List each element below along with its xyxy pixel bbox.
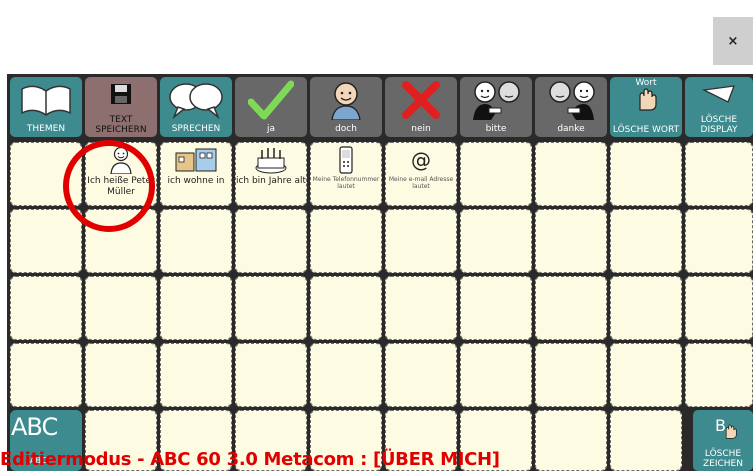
loesche-wort-label: LÖSCHE WORT bbox=[612, 125, 680, 135]
cell-ich-wohne-label: ich wohne in bbox=[167, 176, 225, 186]
grid-cell[interactable] bbox=[685, 142, 753, 206]
abc-label: ABC bbox=[11, 413, 58, 441]
grid-cell[interactable] bbox=[685, 209, 753, 273]
house-icon bbox=[160, 145, 232, 175]
ja-label: ja bbox=[266, 124, 275, 134]
grid-cell[interactable] bbox=[460, 209, 532, 273]
grid-cell[interactable] bbox=[10, 276, 82, 340]
grid-cell[interactable] bbox=[535, 276, 607, 340]
grid-cell[interactable] bbox=[460, 276, 532, 340]
grid-cell[interactable] bbox=[385, 343, 457, 407]
birthday-cake-icon bbox=[235, 145, 307, 175]
speech-bubbles-icon bbox=[160, 79, 232, 121]
cell-email[interactable]: @ Meine e-mail Adresse lautet bbox=[385, 142, 457, 206]
grid-cell[interactable] bbox=[610, 276, 682, 340]
grid-cell[interactable] bbox=[460, 343, 532, 407]
nein-button[interactable]: nein bbox=[385, 77, 457, 137]
grid-cell[interactable] bbox=[85, 343, 157, 407]
grid-cell[interactable] bbox=[10, 209, 82, 273]
phone-icon bbox=[310, 145, 382, 175]
grid-cell[interactable] bbox=[160, 209, 232, 273]
nein-label: nein bbox=[411, 124, 431, 134]
cross-icon bbox=[385, 79, 457, 121]
grid-cell[interactable] bbox=[610, 142, 682, 206]
grid-cell[interactable] bbox=[610, 410, 682, 471]
grid-cell[interactable] bbox=[460, 142, 532, 206]
grid-cell[interactable] bbox=[385, 209, 457, 273]
close-button[interactable]: × bbox=[713, 17, 753, 65]
loesche-display-label: LÖSCHE DISPLAY bbox=[700, 115, 738, 135]
loesche-wort-button[interactable]: Wort LÖSCHE WORT bbox=[610, 77, 682, 137]
grid-cell[interactable] bbox=[235, 209, 307, 273]
grid-cell[interactable] bbox=[535, 410, 607, 471]
grid-cell[interactable] bbox=[85, 276, 157, 340]
cell-telefon-label: Meine Telefonnummer lautet bbox=[312, 176, 380, 190]
grid-cell[interactable] bbox=[535, 142, 607, 206]
text-speichern-label: TEXT SPEICHERN bbox=[95, 115, 147, 135]
grid-cell[interactable] bbox=[385, 276, 457, 340]
themen-label: THEMEN bbox=[26, 124, 66, 134]
eraser-icon bbox=[685, 79, 753, 109]
sprechen-label: SPRECHEN bbox=[171, 124, 221, 134]
grid-cell[interactable] bbox=[10, 343, 82, 407]
doch-button[interactable]: doch bbox=[310, 77, 382, 137]
text-speichern-button[interactable]: TEXT SPEICHERN bbox=[85, 77, 157, 137]
hand-wipe-icon bbox=[610, 87, 682, 113]
loesche-zeichen-button[interactable]: B LÖSCHE ZEICHEN bbox=[693, 410, 753, 471]
ja-button[interactable]: ja bbox=[235, 77, 307, 137]
grid-cell[interactable] bbox=[160, 343, 232, 407]
grid-cell[interactable] bbox=[310, 343, 382, 407]
at-sign-icon: @ bbox=[411, 148, 431, 172]
bitte-people-icon bbox=[460, 79, 532, 121]
loesche-display-button[interactable]: LÖSCHE DISPLAY bbox=[685, 77, 753, 137]
cell-ich-bin-label: ich bin Jahre alt bbox=[235, 176, 307, 186]
grid-cell[interactable] bbox=[235, 276, 307, 340]
grid-cell[interactable] bbox=[160, 276, 232, 340]
doch-label: doch bbox=[335, 124, 357, 134]
danke-people-icon bbox=[535, 79, 607, 121]
grid-cell[interactable] bbox=[535, 209, 607, 273]
grid-cell[interactable] bbox=[685, 276, 753, 340]
grid-cell[interactable] bbox=[610, 209, 682, 273]
status-text: Editiermodus - ABC 60 3.0 Metacom : [ÜBE… bbox=[0, 449, 500, 470]
toolbar: THEMEN TEXT SPEICHERN SPRECHEN ja doch n… bbox=[7, 74, 753, 140]
grid-cell[interactable] bbox=[310, 209, 382, 273]
danke-label: danke bbox=[557, 124, 585, 134]
bitte-label: bitte bbox=[485, 124, 507, 134]
close-icon: × bbox=[727, 33, 739, 49]
cell-email-label: Meine e-mail Adresse lautet bbox=[388, 176, 454, 190]
checkmark-icon bbox=[235, 79, 307, 121]
cell-ich-wohne[interactable]: ich wohne in bbox=[160, 142, 232, 206]
sprechen-button[interactable]: SPRECHEN bbox=[160, 77, 232, 137]
save-icon bbox=[85, 79, 157, 109]
cell-telefon[interactable]: Meine Telefonnummer lautet bbox=[310, 142, 382, 206]
grid-cell[interactable] bbox=[610, 343, 682, 407]
grid-cell[interactable] bbox=[310, 276, 382, 340]
cell-ich-bin[interactable]: ich bin Jahre alt bbox=[235, 142, 307, 206]
grid-cell[interactable] bbox=[535, 343, 607, 407]
person-nodding-icon bbox=[310, 79, 382, 121]
hand-wipe-icon bbox=[723, 424, 737, 444]
highlight-circle bbox=[63, 140, 155, 232]
book-icon bbox=[10, 79, 82, 121]
grid-cell[interactable] bbox=[685, 343, 753, 407]
themen-button[interactable]: THEMEN bbox=[10, 77, 82, 137]
loesche-zeichen-label: LÖSCHE ZEICHEN bbox=[703, 449, 743, 469]
bitte-button[interactable]: bitte bbox=[460, 77, 532, 137]
grid-cell[interactable] bbox=[235, 343, 307, 407]
danke-button[interactable]: danke bbox=[535, 77, 607, 137]
